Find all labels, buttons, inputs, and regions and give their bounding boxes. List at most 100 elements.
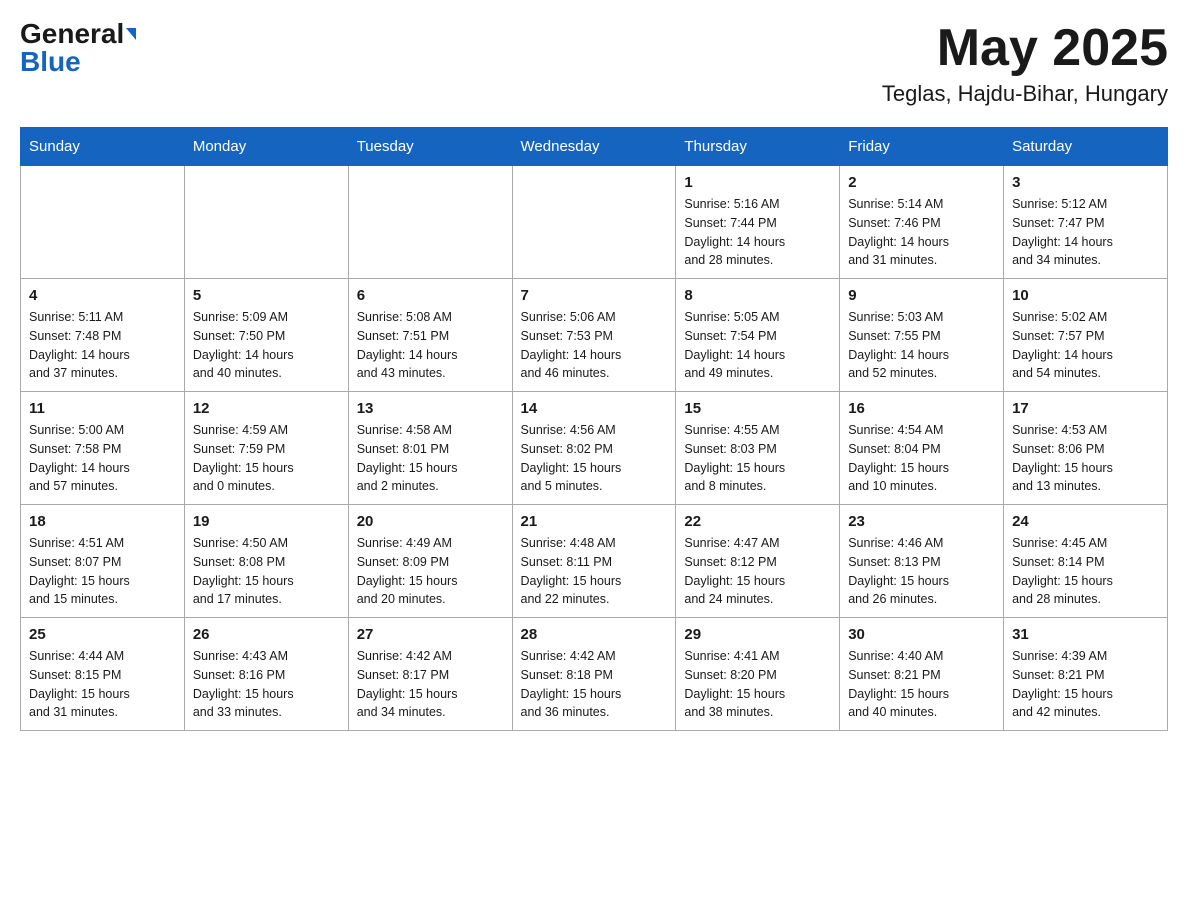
- calendar-day-22: 22 Sunrise: 4:47 AMSunset: 8:12 PMDayligh…: [676, 505, 840, 618]
- location-title: Teglas, Hajdu-Bihar, Hungary: [882, 81, 1168, 107]
- calendar-week-row: 4 Sunrise: 5:11 AMSunset: 7:48 PMDaylight…: [21, 279, 1168, 392]
- calendar-header-tuesday: Tuesday: [348, 128, 512, 166]
- calendar-header-saturday: Saturday: [1004, 128, 1168, 166]
- day-info: Sunrise: 5:06 AMSunset: 7:53 PMDaylight:…: [521, 308, 668, 383]
- calendar-day-31: 31 Sunrise: 4:39 AMSunset: 8:21 PMDayligh…: [1004, 618, 1168, 731]
- calendar-day-28: 28Sunrise: 4:42 AMSunset: 8:18 PMDayligh…: [512, 618, 676, 731]
- day-info: Sunrise: 4:54 AMSunset: 8:04 PMDaylight:…: [848, 421, 995, 496]
- day-number: 31: [1012, 626, 1159, 643]
- calendar-header-wednesday: Wednesday: [512, 128, 676, 166]
- day-number: 10: [1012, 287, 1159, 304]
- day-number: 25: [29, 626, 176, 643]
- day-info: Sunrise: 5:02 AMSunset: 7:57 PMDaylight:…: [1012, 308, 1159, 383]
- day-number: 1: [684, 174, 831, 191]
- day-info: Sunrise: 4:50 AMSunset: 8:08 PMDaylight:…: [193, 534, 340, 609]
- day-number: 12: [193, 400, 340, 417]
- day-info: Sunrise: 5:09 AMSunset: 7:50 PMDaylight:…: [193, 308, 340, 383]
- calendar-day-15: 15Sunrise: 4:55 AMSunset: 8:03 PMDayligh…: [676, 392, 840, 505]
- day-number: 7: [521, 287, 668, 304]
- day-number: 11: [29, 400, 176, 417]
- day-number: 18: [29, 513, 176, 530]
- day-info: Sunrise: 4:44 AMSunset: 8:15 PMDaylight:…: [29, 647, 176, 722]
- calendar-day-17: 17 Sunrise: 4:53 AMSunset: 8:06 PMDayligh…: [1004, 392, 1168, 505]
- day-number: 16: [848, 400, 995, 417]
- day-info: Sunrise: 4:40 AMSunset: 8:21 PMDaylight:…: [848, 647, 995, 722]
- day-info: Sunrise: 4:58 AMSunset: 8:01 PMDaylight:…: [357, 421, 504, 496]
- calendar-week-row: 1 Sunrise: 5:16 AMSunset: 7:44 PMDaylight…: [21, 166, 1168, 279]
- logo-triangle-icon: [126, 28, 136, 40]
- day-number: 4: [29, 287, 176, 304]
- day-number: 13: [357, 400, 504, 417]
- calendar-day-2: 2 Sunrise: 5:14 AMSunset: 7:46 PMDaylight…: [840, 166, 1004, 279]
- calendar-week-row: 18 Sunrise: 4:51 AMSunset: 8:07 PMDayligh…: [21, 505, 1168, 618]
- logo: General Blue: [20, 20, 136, 76]
- day-info: Sunrise: 5:05 AMSunset: 7:54 PMDaylight:…: [684, 308, 831, 383]
- day-number: 2: [848, 174, 995, 191]
- calendar-day-10: 10 Sunrise: 5:02 AMSunset: 7:57 PMDayligh…: [1004, 279, 1168, 392]
- calendar-day-4: 4 Sunrise: 5:11 AMSunset: 7:48 PMDaylight…: [21, 279, 185, 392]
- day-number: 26: [193, 626, 340, 643]
- day-info: Sunrise: 4:42 AMSunset: 8:17 PMDaylight:…: [357, 647, 504, 722]
- calendar-day-19: 19 Sunrise: 4:50 AMSunset: 8:08 PMDayligh…: [184, 505, 348, 618]
- day-number: 22: [684, 513, 831, 530]
- day-info: Sunrise: 4:45 AMSunset: 8:14 PMDaylight:…: [1012, 534, 1159, 609]
- day-number: 29: [684, 626, 831, 643]
- day-info: Sunrise: 5:00 AMSunset: 7:58 PMDaylight:…: [29, 421, 176, 496]
- calendar-day-3: 3Sunrise: 5:12 AMSunset: 7:47 PMDaylight…: [1004, 166, 1168, 279]
- calendar-empty-cell: [184, 166, 348, 279]
- day-info: Sunrise: 4:59 AMSunset: 7:59 PMDaylight:…: [193, 421, 340, 496]
- calendar-header-monday: Monday: [184, 128, 348, 166]
- day-info: Sunrise: 5:03 AMSunset: 7:55 PMDaylight:…: [848, 308, 995, 383]
- calendar-week-row: 25 Sunrise: 4:44 AMSunset: 8:15 PMDayligh…: [21, 618, 1168, 731]
- day-info: Sunrise: 5:14 AMSunset: 7:46 PMDaylight:…: [848, 195, 995, 270]
- calendar-day-16: 16 Sunrise: 4:54 AMSunset: 8:04 PMDayligh…: [840, 392, 1004, 505]
- calendar-empty-cell: [512, 166, 676, 279]
- day-info: Sunrise: 5:08 AMSunset: 7:51 PMDaylight:…: [357, 308, 504, 383]
- day-info: Sunrise: 5:11 AMSunset: 7:48 PMDaylight:…: [29, 308, 176, 383]
- calendar-day-13: 13 Sunrise: 4:58 AMSunset: 8:01 PMDayligh…: [348, 392, 512, 505]
- day-info: Sunrise: 4:46 AMSunset: 8:13 PMDaylight:…: [848, 534, 995, 609]
- day-number: 20: [357, 513, 504, 530]
- day-info: Sunrise: 4:43 AMSunset: 8:16 PMDaylight:…: [193, 647, 340, 722]
- calendar-day-20: 20Sunrise: 4:49 AMSunset: 8:09 PMDayligh…: [348, 505, 512, 618]
- calendar-day-18: 18 Sunrise: 4:51 AMSunset: 8:07 PMDayligh…: [21, 505, 185, 618]
- calendar-table: SundayMondayTuesdayWednesdayThursdayFrid…: [20, 127, 1168, 731]
- calendar-day-21: 21Sunrise: 4:48 AMSunset: 8:11 PMDayligh…: [512, 505, 676, 618]
- day-info: Sunrise: 4:47 AMSunset: 8:12 PMDaylight:…: [684, 534, 831, 609]
- calendar-day-11: 11 Sunrise: 5:00 AMSunset: 7:58 PMDayligh…: [21, 392, 185, 505]
- day-info: Sunrise: 4:51 AMSunset: 8:07 PMDaylight:…: [29, 534, 176, 609]
- calendar-day-6: 6 Sunrise: 5:08 AMSunset: 7:51 PMDaylight…: [348, 279, 512, 392]
- day-number: 27: [357, 626, 504, 643]
- calendar-day-14: 14 Sunrise: 4:56 AMSunset: 8:02 PMDayligh…: [512, 392, 676, 505]
- calendar-header-row: SundayMondayTuesdayWednesdayThursdayFrid…: [21, 128, 1168, 166]
- calendar-day-8: 8 Sunrise: 5:05 AMSunset: 7:54 PMDaylight…: [676, 279, 840, 392]
- logo-general-text: General: [20, 20, 124, 48]
- calendar-day-29: 29 Sunrise: 4:41 AMSunset: 8:20 PMDayligh…: [676, 618, 840, 731]
- page-header: General Blue May 2025 Teglas, Hajdu-Biha…: [20, 20, 1168, 107]
- day-number: 17: [1012, 400, 1159, 417]
- day-info: Sunrise: 4:41 AMSunset: 8:20 PMDaylight:…: [684, 647, 831, 722]
- calendar-day-30: 30Sunrise: 4:40 AMSunset: 8:21 PMDayligh…: [840, 618, 1004, 731]
- day-info: Sunrise: 4:53 AMSunset: 8:06 PMDaylight:…: [1012, 421, 1159, 496]
- day-number: 24: [1012, 513, 1159, 530]
- day-number: 6: [357, 287, 504, 304]
- calendar-week-row: 11 Sunrise: 5:00 AMSunset: 7:58 PMDayligh…: [21, 392, 1168, 505]
- day-info: Sunrise: 4:56 AMSunset: 8:02 PMDaylight:…: [521, 421, 668, 496]
- day-info: Sunrise: 4:39 AMSunset: 8:21 PMDaylight:…: [1012, 647, 1159, 722]
- day-number: 21: [521, 513, 668, 530]
- calendar-empty-cell: [21, 166, 185, 279]
- calendar-day-1: 1 Sunrise: 5:16 AMSunset: 7:44 PMDaylight…: [676, 166, 840, 279]
- day-number: 8: [684, 287, 831, 304]
- calendar-day-7: 7 Sunrise: 5:06 AMSunset: 7:53 PMDaylight…: [512, 279, 676, 392]
- calendar-day-26: 26 Sunrise: 4:43 AMSunset: 8:16 PMDayligh…: [184, 618, 348, 731]
- day-number: 5: [193, 287, 340, 304]
- calendar-day-24: 24 Sunrise: 4:45 AMSunset: 8:14 PMDayligh…: [1004, 505, 1168, 618]
- day-number: 14: [521, 400, 668, 417]
- calendar-day-9: 9Sunrise: 5:03 AMSunset: 7:55 PMDaylight…: [840, 279, 1004, 392]
- day-number: 19: [193, 513, 340, 530]
- day-info: Sunrise: 4:55 AMSunset: 8:03 PMDaylight:…: [684, 421, 831, 496]
- day-info: Sunrise: 5:16 AMSunset: 7:44 PMDaylight:…: [684, 195, 831, 270]
- logo-blue-text: Blue: [20, 48, 81, 76]
- calendar-header-thursday: Thursday: [676, 128, 840, 166]
- month-title: May 2025: [882, 20, 1168, 77]
